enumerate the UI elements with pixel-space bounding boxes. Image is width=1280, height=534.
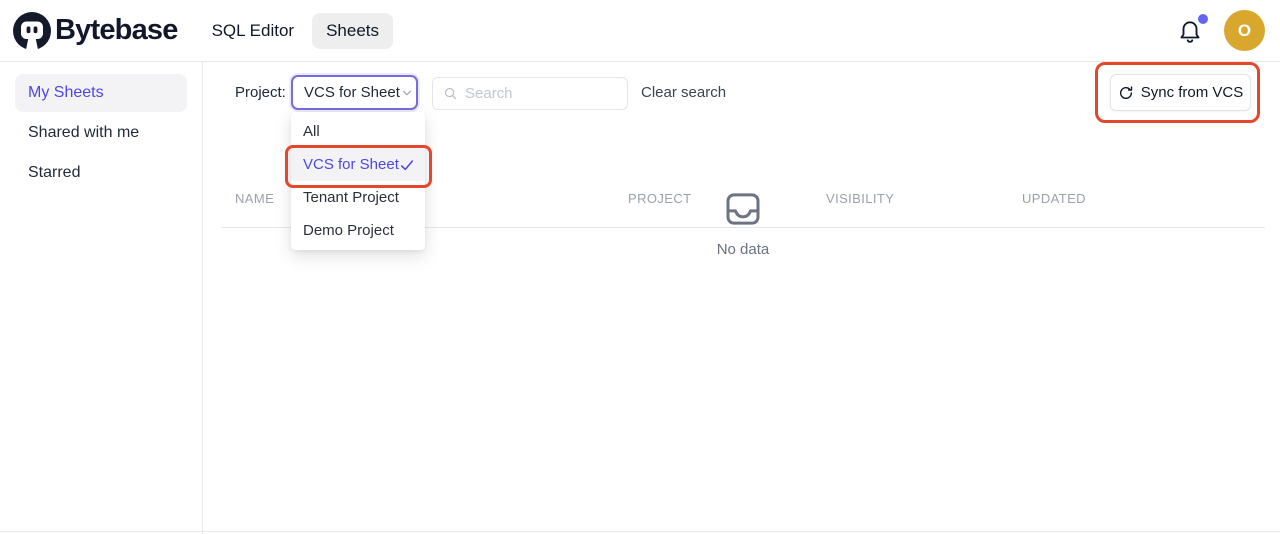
dropdown-option-vcs-for-sheet[interactable]: VCS for Sheet — [291, 148, 425, 181]
dropdown-option-all[interactable]: All — [291, 115, 425, 148]
sheets-sidebar: My Sheets Shared with me Starred — [0, 62, 203, 534]
sidebar-item-shared-with-me[interactable]: Shared with me — [15, 114, 187, 152]
column-header-name: NAME — [235, 191, 274, 206]
search-input[interactable] — [465, 85, 617, 102]
user-avatar[interactable]: O — [1224, 10, 1265, 51]
tab-sheets[interactable]: Sheets — [312, 13, 393, 49]
bytebase-app: Bytebase SQL Editor Sheets O My Sheets S… — [0, 0, 1280, 534]
tab-sql-editor[interactable]: SQL Editor — [206, 13, 301, 49]
header-nav: SQL Editor Sheets — [206, 13, 393, 49]
project-select[interactable]: VCS for Sheet — [291, 75, 418, 110]
search-box — [432, 77, 628, 110]
sidebar-item-my-sheets[interactable]: My Sheets — [15, 74, 187, 112]
empty-state: No data — [683, 189, 803, 258]
app-header: Bytebase SQL Editor Sheets O — [0, 0, 1280, 62]
project-filter-label: Project: — [235, 76, 286, 110]
column-header-updated: UPDATED — [1022, 191, 1086, 206]
dropdown-option-tenant-project[interactable]: Tenant Project — [291, 181, 425, 214]
check-icon — [399, 157, 415, 173]
bottom-divider — [0, 531, 1280, 532]
project-select-value: VCS for Sheet — [304, 84, 400, 101]
bytebase-logo-icon — [12, 11, 52, 51]
column-header-project: PROJECT — [628, 191, 691, 206]
sync-refresh-icon — [1118, 85, 1134, 101]
brand-link[interactable]: Bytebase — [12, 11, 178, 51]
chevron-down-icon — [400, 86, 414, 100]
column-header-visibility: VISIBILITY — [826, 191, 894, 206]
search-icon — [443, 86, 458, 101]
sync-from-vcs-button[interactable]: Sync from VCS — [1110, 74, 1251, 111]
brand-name: Bytebase — [55, 14, 178, 47]
dropdown-option-label: VCS for Sheet — [303, 156, 399, 173]
unread-notification-dot — [1198, 14, 1208, 24]
dropdown-option-demo-project[interactable]: Demo Project — [291, 214, 425, 247]
sync-button-label: Sync from VCS — [1141, 84, 1244, 101]
empty-inbox-icon — [723, 189, 763, 229]
clear-search-button[interactable]: Clear search — [641, 76, 726, 110]
notifications-button[interactable] — [1177, 17, 1203, 45]
sheets-main-panel: Project: VCS for Sheet Clear search — [204, 62, 1280, 534]
project-dropdown-menu: All VCS for Sheet Tenant Project Demo Pr… — [291, 112, 425, 250]
empty-state-message: No data — [683, 241, 803, 258]
sidebar-item-starred[interactable]: Starred — [15, 154, 187, 192]
header-right: O — [1177, 10, 1265, 51]
